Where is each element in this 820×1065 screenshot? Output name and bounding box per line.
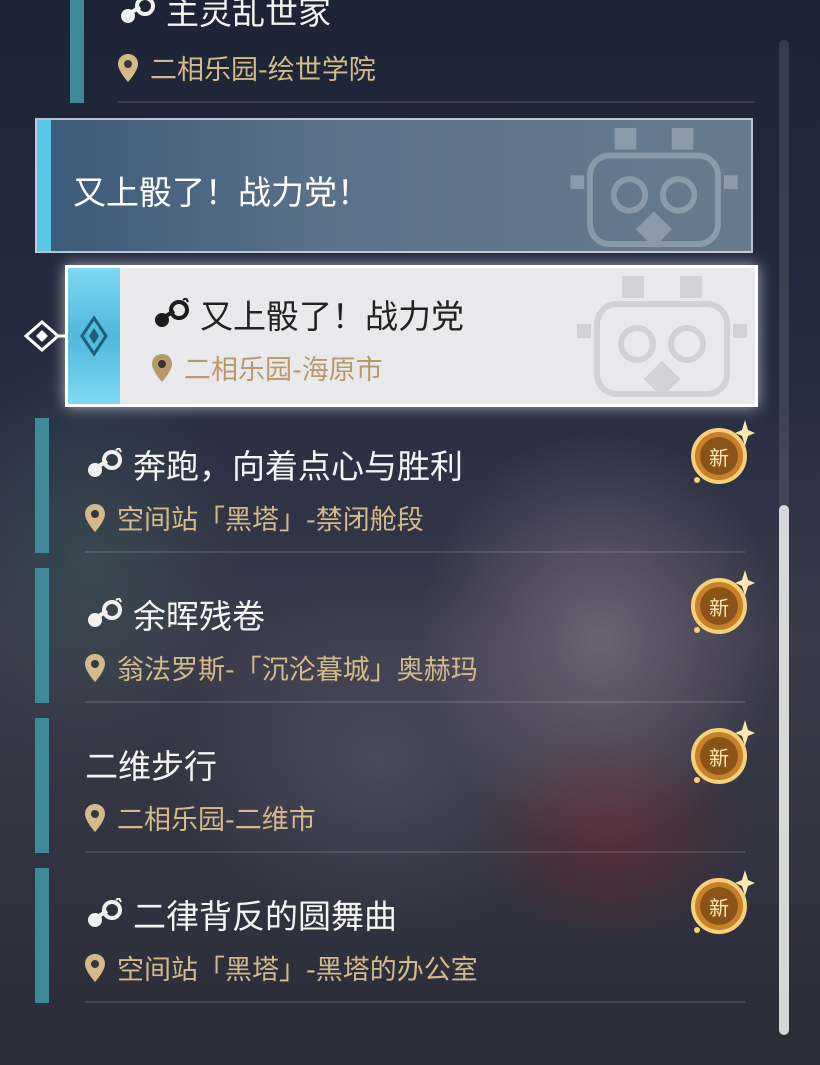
item-location: 空间站「黑塔」-禁闭舱段 [117, 505, 424, 536]
item-accent-bar [35, 568, 49, 703]
selected-indicator [68, 268, 120, 404]
new-badge: 新 [689, 870, 755, 936]
new-badge: 新 [689, 720, 755, 786]
scrollbar[interactable] [779, 40, 789, 1035]
divider [118, 101, 755, 103]
divider [85, 701, 745, 703]
diamond-cursor-icon [24, 320, 66, 352]
item-location: 二相乐园-二维市 [117, 805, 316, 836]
item-accent-bar [35, 718, 49, 853]
group-header[interactable]: 又上骰了！战力党！ [35, 118, 753, 253]
chain-link-icon [85, 898, 125, 930]
selected-list-item[interactable]: 又上骰了！战力党 二相乐园-海原市 [65, 265, 758, 407]
emblem-icon [577, 274, 747, 398]
location-pin-icon [85, 504, 105, 532]
item-title: 又上骰了！战力党 [200, 297, 464, 336]
list-item[interactable]: 主灵乱世家 二相乐园-绘世学院 [70, 0, 755, 103]
divider [85, 851, 745, 853]
divider [85, 1001, 745, 1003]
new-badge: 新 [689, 420, 755, 486]
item-accent-bar [70, 0, 84, 103]
list-item[interactable]: 二维步行 二相乐园-二维市 新 [35, 718, 745, 853]
location-pin-icon [85, 954, 105, 982]
sparkle-diamond-icon [80, 315, 108, 357]
item-accent-bar [35, 868, 49, 1003]
chain-link-icon [85, 598, 125, 630]
scrollbar-thumb[interactable] [779, 505, 789, 1035]
chain-link-icon [85, 448, 125, 480]
location-pin-icon [85, 654, 105, 682]
item-location: 空间站「黑塔」-黑塔的办公室 [117, 955, 478, 986]
item-title: 余晖残卷 [133, 597, 265, 636]
chain-link-icon [152, 298, 192, 330]
item-title: 奔跑，向着点心与胜利 [133, 447, 463, 486]
new-badge: 新 [689, 570, 755, 636]
location-pin-icon [152, 354, 172, 382]
item-location: 二相乐园-海原市 [184, 355, 383, 386]
location-pin-icon [85, 804, 105, 832]
item-location: 翁法罗斯-「沉沦暮城」奥赫玛 [117, 655, 478, 686]
divider [85, 551, 745, 553]
header-accent-bar [37, 120, 51, 251]
location-pin-icon [118, 54, 138, 82]
list-item[interactable]: 二律背反的圆舞曲 空间站「黑塔」-黑塔的办公室 新 [35, 868, 745, 1003]
item-location: 二相乐园-绘世学院 [150, 55, 376, 86]
item-title: 主灵乱世家 [166, 0, 331, 32]
emblem-icon [569, 126, 739, 248]
item-title: 二维步行 [85, 747, 217, 786]
chain-link-icon [118, 0, 158, 26]
list-item[interactable]: 余晖残卷 翁法罗斯-「沉沦暮城」奥赫玛 新 [35, 568, 745, 703]
group-header-title: 又上骰了！战力党！ [73, 173, 370, 212]
list-item[interactable]: 奔跑，向着点心与胜利 空间站「黑塔」-禁闭舱段 新 [35, 418, 745, 553]
item-accent-bar [35, 418, 49, 553]
quest-list: 主灵乱世家 二相乐园-绘世学院 又上骰了！战力党！ 又上骰了！战力党 二相乐园-… [0, 0, 820, 1065]
item-title: 二律背反的圆舞曲 [133, 897, 397, 936]
